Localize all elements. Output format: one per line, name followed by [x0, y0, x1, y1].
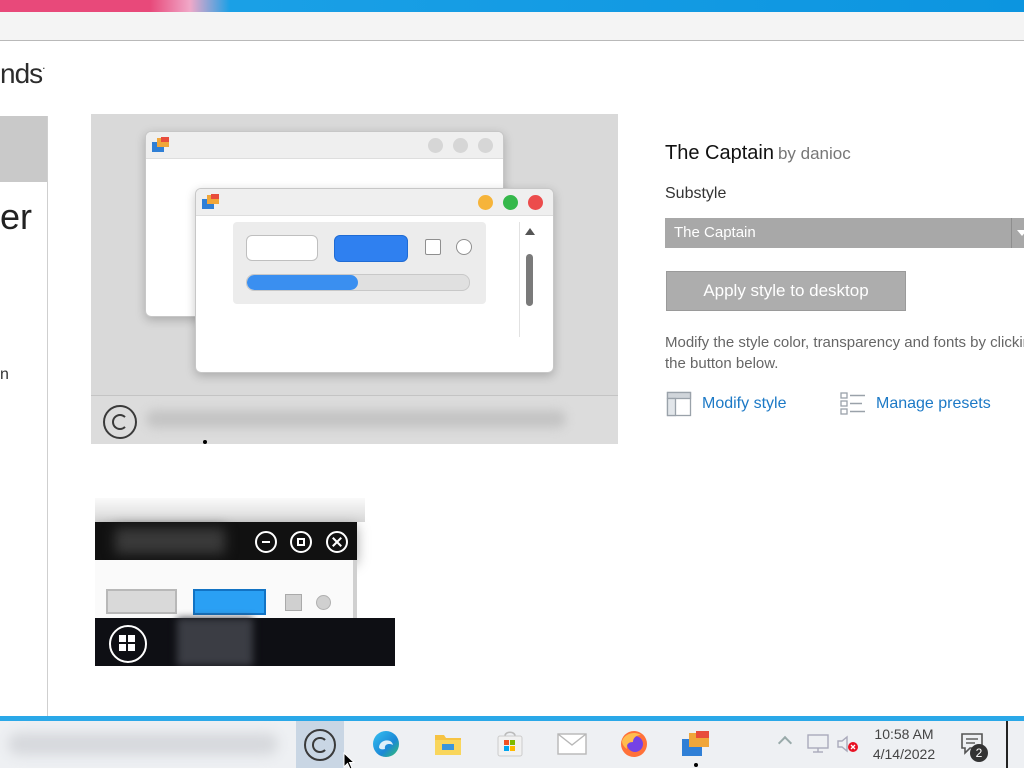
apply-style-button[interactable]: Apply style to desktop [666, 271, 906, 311]
app-logo: nds. [0, 58, 46, 90]
minimize-dot [428, 138, 443, 153]
maximize-dot [503, 195, 518, 210]
preview-checkbox [425, 239, 441, 255]
clock-date: 4/14/2022 [872, 746, 936, 762]
style-name: The Captain [665, 142, 774, 164]
dropdown-divider [1011, 218, 1012, 248]
preview2-title-blur [115, 528, 225, 554]
preview-front-window [195, 188, 554, 373]
scroll-thumb [526, 254, 533, 306]
close-circle-icon [326, 531, 348, 553]
preview2-checkbox [285, 594, 302, 611]
modify-style-label: Modify style [702, 395, 787, 412]
preview-text-field [246, 235, 318, 261]
show-desktop-button[interactable] [1006, 721, 1008, 768]
preview-progress-bar [246, 274, 470, 291]
modify-style-icon [666, 391, 692, 417]
left-pane-text: n [0, 366, 9, 383]
preview-taskbar-blur [146, 410, 566, 428]
scroll-up-arrow-icon [525, 228, 535, 235]
window-titlebar[interactable] [0, 12, 1024, 41]
preview-radio [456, 239, 472, 255]
style-preview-image-secondary [95, 498, 395, 666]
app-logo-mark: . [42, 58, 46, 72]
minimize-circle-icon [255, 531, 277, 553]
preview2-titlebar [95, 522, 357, 560]
maximize-circle-icon [290, 531, 312, 553]
taskbar-clock[interactable]: 10:58 AM 4/14/2022 [866, 724, 942, 764]
taskbar-store[interactable] [486, 721, 534, 768]
app-logo-text: nds [0, 58, 43, 89]
copyright-icon [103, 405, 137, 439]
preview2-task-blur [177, 618, 253, 666]
preview2-body [95, 560, 357, 618]
style-author: by danioc [777, 144, 851, 163]
preview-progress-fill [247, 275, 358, 290]
mail-icon [557, 733, 587, 755]
firefox-icon [621, 731, 647, 757]
style-title: The Captain by danioc [665, 142, 851, 165]
notification-count-badge: 2 [970, 744, 988, 762]
taskbar-firefox[interactable] [610, 721, 658, 768]
preview-blue-button [334, 235, 408, 262]
taskbar-left-blur [8, 733, 278, 755]
style-preview-image [91, 114, 618, 444]
taskbar: 10:58 AM 4/14/2022 2 [0, 721, 1024, 768]
left-pane: er n [0, 116, 48, 718]
running-indicator [694, 763, 698, 767]
left-pane-selected-tab[interactable] [0, 116, 47, 182]
windowblinds-icon [682, 731, 709, 756]
taskbar-mail[interactable] [548, 721, 596, 768]
taskbar-file-explorer[interactable] [424, 721, 472, 768]
network-icon[interactable] [806, 734, 830, 754]
taskbar-windowblinds[interactable] [672, 721, 720, 768]
taskbar-start-button[interactable] [296, 721, 344, 768]
presets-list-icon [840, 391, 866, 417]
substyle-selected-value: The Captain [674, 224, 756, 241]
preview2-taskbar [95, 618, 395, 666]
preview-taskbar [91, 395, 618, 444]
stardock-start-icon [304, 729, 336, 761]
minimize-dot [478, 195, 493, 210]
manage-presets-label: Manage presets [876, 395, 991, 412]
desktop-top-strip [0, 0, 1024, 12]
close-dot [528, 195, 543, 210]
store-icon [497, 731, 523, 757]
app-icon [152, 137, 170, 153]
preview2-blue-button [193, 589, 266, 615]
file-explorer-icon [435, 735, 461, 755]
tray-chevron-up-icon[interactable] [777, 735, 793, 751]
mouse-cursor-icon [343, 752, 356, 770]
close-dot [478, 138, 493, 153]
style-description: Modify the style color, transparency and… [665, 334, 1024, 372]
preview-back-titlebar [146, 132, 503, 159]
volume-muted-icon[interactable] [836, 734, 860, 756]
maximize-dot [453, 138, 468, 153]
substyle-dropdown[interactable]: The Captain [665, 218, 1024, 248]
preview2-shade [95, 498, 365, 522]
clock-time: 10:58 AM [874, 726, 934, 742]
chevron-down-icon [1017, 230, 1024, 236]
windows-logo-icon [109, 625, 147, 663]
preview-controls-panel [233, 222, 486, 304]
app-icon [202, 194, 220, 210]
taskbar-edge[interactable] [362, 721, 410, 768]
substyle-label: Substyle [665, 185, 727, 202]
preview-scrollbar [519, 222, 540, 337]
left-pane-heading: er [0, 196, 33, 237]
preview2-text-field [106, 589, 177, 614]
preview2-radio [316, 595, 331, 610]
preview-front-titlebar [196, 189, 553, 216]
edge-icon [373, 731, 399, 757]
preview-taskbar-dot [203, 440, 207, 444]
